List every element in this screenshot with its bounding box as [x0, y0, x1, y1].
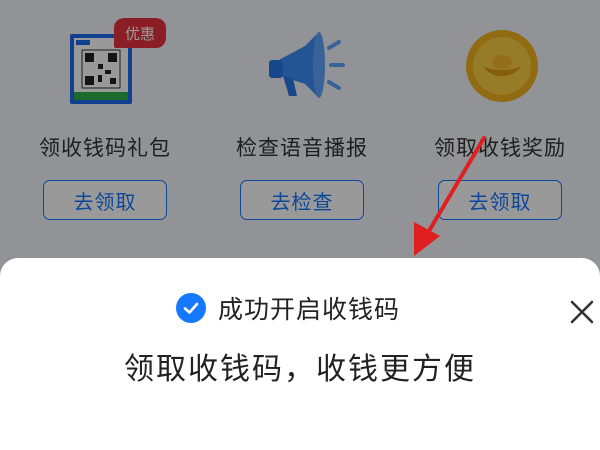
close-button[interactable] — [566, 296, 598, 328]
check-circle-icon — [176, 293, 206, 323]
close-icon — [570, 300, 594, 324]
sheet-title: 成功开启收钱码 — [176, 290, 400, 326]
sheet-subtitle: 领取收钱码，收钱更方便 — [124, 352, 476, 387]
sheet-title-text: 成功开启收钱码 — [218, 295, 401, 324]
